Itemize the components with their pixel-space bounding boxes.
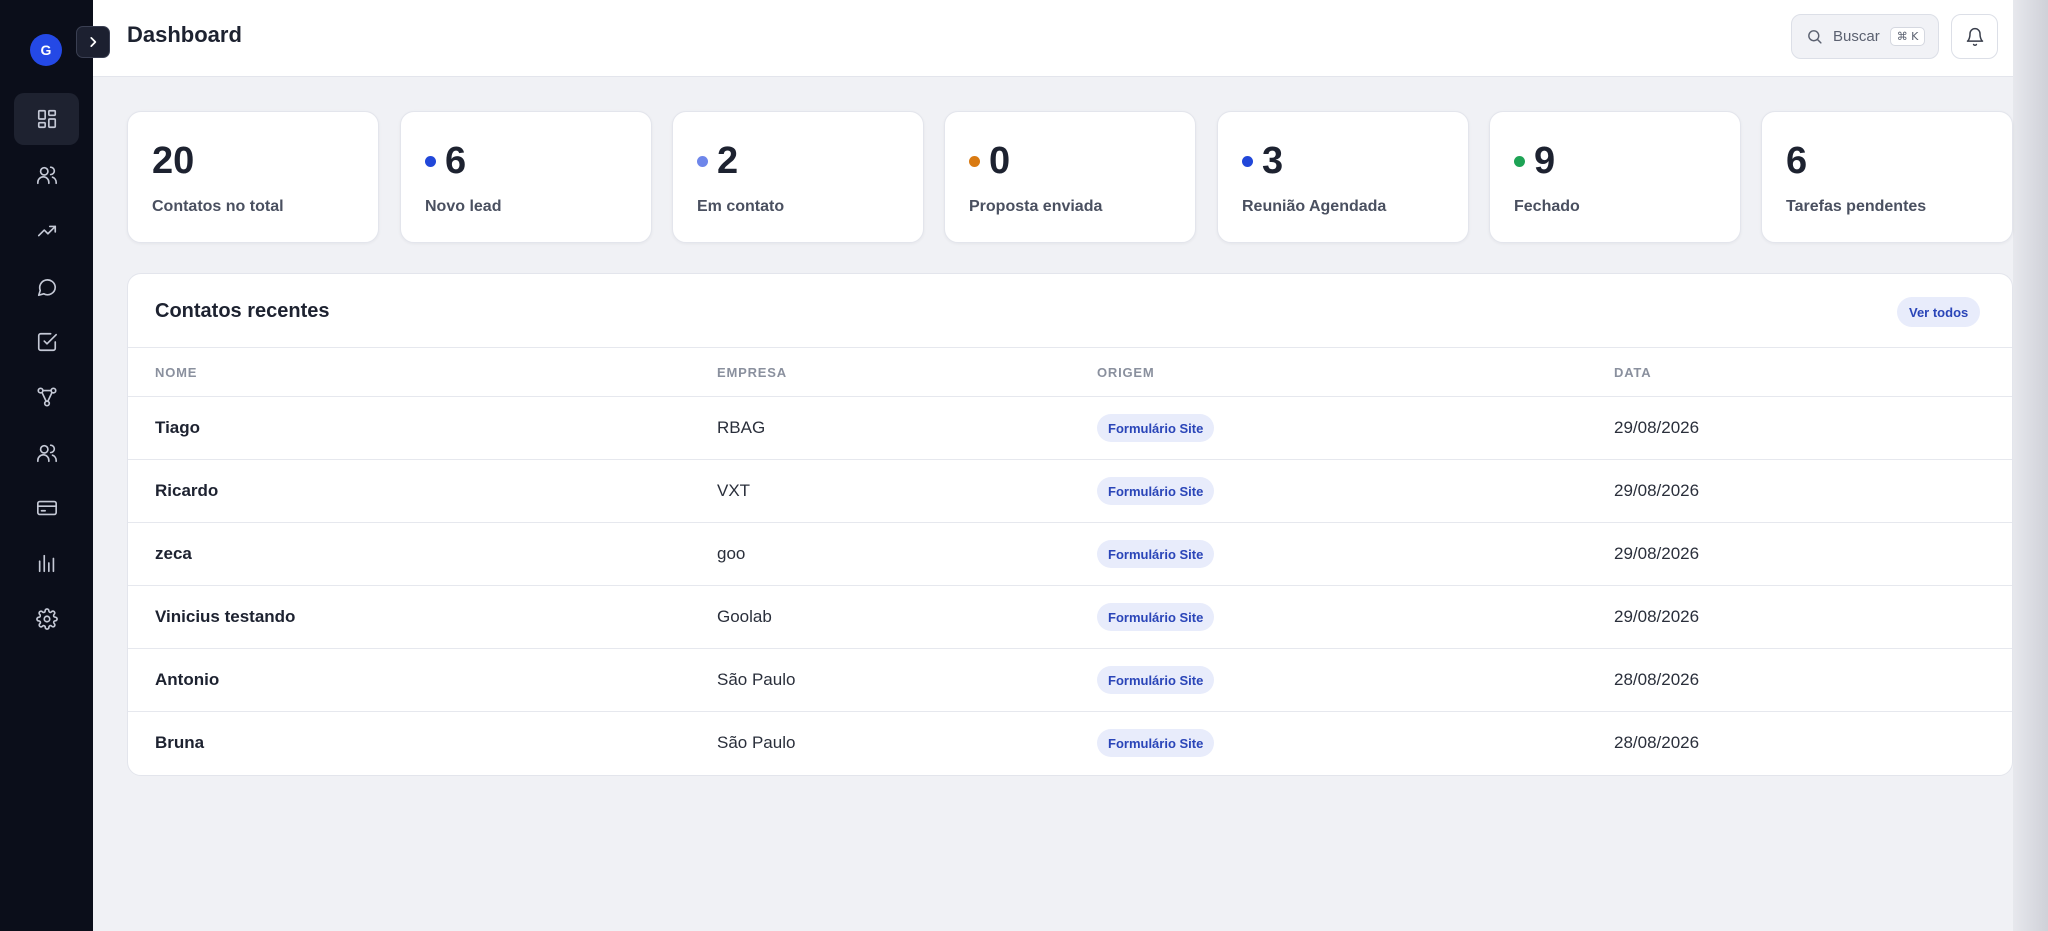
column-header-name[interactable]: NOME — [155, 365, 197, 380]
bell-icon — [1966, 27, 1983, 46]
origin-badge: Formulário Site — [1097, 477, 1215, 505]
cell-name: Tiago — [155, 418, 201, 437]
cell-name: Ricardo — [155, 481, 219, 500]
stat-card-closed: 9 Fechado — [1489, 111, 1741, 243]
origin-badge: Formulário Site — [1097, 540, 1215, 568]
sidebar-item-tasks[interactable] — [14, 316, 79, 368]
cell-name: zeca — [155, 544, 192, 563]
cell-name: Antonio — [155, 670, 220, 689]
tasks-icon — [37, 332, 57, 352]
stat-value: 9 — [1514, 142, 1555, 180]
origin-badge: Formulário Site — [1097, 666, 1215, 694]
stat-value: 0 — [969, 142, 1010, 180]
stat-label: Reunião Agendada — [1242, 198, 1387, 215]
dashboard-icon — [37, 109, 56, 129]
table-row[interactable]: Vinicius testando Goolab Formulário Site… — [128, 586, 2012, 649]
stat-value: 2 — [697, 142, 738, 180]
trending-icon — [37, 225, 56, 237]
pipeline-icon — [36, 387, 57, 407]
contacts-icon — [36, 166, 57, 185]
sidebar-item-pipeline[interactable] — [14, 371, 79, 423]
stat-label: Novo lead — [425, 198, 502, 215]
sidebar-item-chat[interactable] — [14, 261, 79, 313]
sidebar-toggle-button[interactable] — [76, 26, 110, 58]
table-row[interactable]: Ricardo VXT Formulário Site 29/08/2026 — [128, 460, 2012, 523]
origin-badge: Formulário Site — [1097, 414, 1215, 442]
stat-label: Em contato — [697, 198, 785, 215]
cell-date: 29/08/2026 — [1614, 481, 1700, 500]
stat-card-in-contact: 2 Em contato — [672, 111, 924, 243]
stat-label: Contatos no total — [152, 198, 284, 215]
search-shortcut: ⌘ K — [1889, 27, 1926, 46]
cell-date: 28/08/2026 — [1614, 733, 1700, 752]
notifications-button[interactable] — [1951, 14, 1998, 59]
cell-company: São Paulo — [717, 733, 796, 752]
stat-value: 20 — [152, 140, 195, 182]
team-icon — [36, 444, 57, 463]
stat-label: Tarefas pendentes — [1786, 198, 1927, 215]
billing-icon — [36, 500, 57, 516]
search-button[interactable]: Buscar ⌘ K — [1791, 14, 1939, 59]
cell-date: 29/08/2026 — [1614, 544, 1700, 563]
sidebar-item-reports[interactable] — [14, 537, 79, 589]
cell-company: goo — [717, 544, 746, 563]
search-label: Buscar — [1833, 28, 1880, 45]
see-all-button[interactable]: Ver todos — [1897, 297, 1981, 327]
recent-contacts-card: Contatos recentes Ver todos NOME EMPRESA… — [127, 273, 2013, 776]
sidebar-item-team[interactable] — [14, 427, 79, 479]
column-header-company[interactable]: EMPRESA — [717, 365, 787, 380]
status-dot — [697, 155, 708, 167]
recent-contacts-title: Contatos recentes — [155, 300, 330, 322]
sidebar-item-billing[interactable] — [14, 482, 79, 534]
sidebar: G — [0, 0, 93, 931]
avatar[interactable]: G — [30, 34, 62, 66]
stat-card-proposal-sent: 0 Proposta enviada — [944, 111, 1196, 243]
stat-value: 6 — [425, 142, 466, 180]
cell-date: 29/08/2026 — [1614, 418, 1700, 437]
stat-value: 6 — [1786, 140, 1808, 182]
table-header: NOME EMPRESA ORIGEM DATA — [128, 347, 2012, 397]
sidebar-item-settings[interactable] — [14, 593, 79, 645]
origin-badge: Formulário Site — [1097, 603, 1215, 631]
settings-icon — [35, 608, 58, 630]
stat-card-total-contacts: 20 Contatos no total — [127, 111, 379, 243]
status-dot — [969, 155, 980, 167]
status-dot — [1242, 155, 1253, 167]
sidebar-item-dashboard[interactable] — [14, 93, 79, 145]
table-row[interactable]: Antonio São Paulo Formulário Site 28/08/… — [128, 649, 2012, 712]
table-row[interactable]: Bruna São Paulo Formulário Site 28/08/20… — [128, 712, 2012, 775]
reports-icon — [38, 554, 54, 573]
stat-value: 3 — [1242, 142, 1283, 180]
stat-card-new-lead: 6 Novo lead — [400, 111, 652, 243]
column-header-origin[interactable]: ORIGEM — [1097, 365, 1155, 380]
cell-company: VXT — [717, 481, 751, 500]
stat-card-pending-tasks: 6 Tarefas pendentes — [1761, 111, 2013, 243]
chevron-right-icon — [90, 37, 97, 47]
cell-date: 28/08/2026 — [1614, 670, 1700, 689]
table-row[interactable]: zeca goo Formulário Site 29/08/2026 — [128, 523, 2012, 586]
cell-company: Goolab — [717, 607, 772, 626]
stat-label: Proposta enviada — [969, 198, 1103, 215]
cell-company: RBAG — [717, 418, 766, 437]
table-row[interactable]: Tiago RBAG Formulário Site 29/08/2026 — [128, 397, 2012, 460]
header: Dashboard Buscar ⌘ K — [93, 0, 2013, 77]
cell-date: 29/08/2026 — [1614, 607, 1700, 626]
cell-name: Bruna — [155, 733, 205, 752]
cell-company: São Paulo — [717, 670, 796, 689]
window-edge — [2013, 0, 2048, 931]
stat-card-meeting-scheduled: 3 Reunião Agendada — [1217, 111, 1469, 243]
stat-label: Fechado — [1514, 198, 1580, 215]
column-header-date[interactable]: DATA — [1614, 365, 1651, 380]
search-icon — [1808, 30, 1822, 44]
sidebar-item-contacts[interactable] — [14, 149, 79, 201]
status-dot — [425, 155, 436, 167]
chat-icon — [37, 279, 56, 297]
page-title: Dashboard — [127, 22, 242, 47]
status-dot — [1514, 155, 1525, 167]
cell-name: Vinicius testando — [155, 607, 296, 626]
origin-badge: Formulário Site — [1097, 729, 1215, 757]
sidebar-item-trending[interactable] — [14, 205, 79, 257]
